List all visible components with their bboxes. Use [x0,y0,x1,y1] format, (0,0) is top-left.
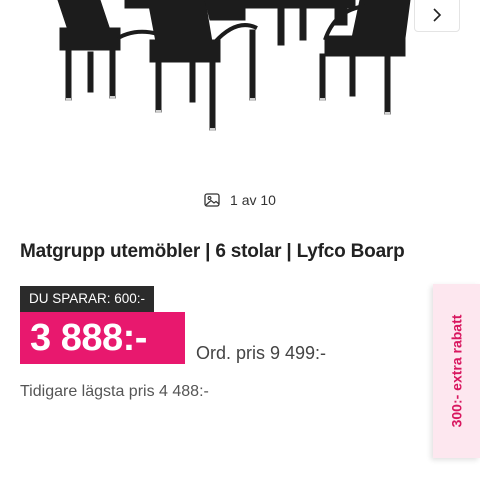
product-image[interactable] [0,0,480,170]
extra-discount-tab[interactable]: 300:- extra rabatt [433,284,480,458]
image-counter[interactable]: 1 av 10 [0,192,480,208]
current-price: 3 888:- [20,312,185,364]
extra-discount-label: 300:- extra rabatt [448,314,465,428]
product-gallery[interactable] [0,0,480,170]
ordinary-price: Ord. pris 9 499:- [196,343,327,363]
chevron-right-icon [433,8,442,22]
image-counter-text: 1 av 10 [230,192,276,208]
previous-lowest-price: Tidigare lägsta pris 4 488:- [20,383,209,400]
product-title: Matgrupp utemöbler | 6 stolar | Lyfco Bo… [20,241,405,262]
next-image-button[interactable] [414,0,460,32]
savings-badge: DU SPARAR: 600:- [20,286,155,312]
image-icon [204,192,220,208]
